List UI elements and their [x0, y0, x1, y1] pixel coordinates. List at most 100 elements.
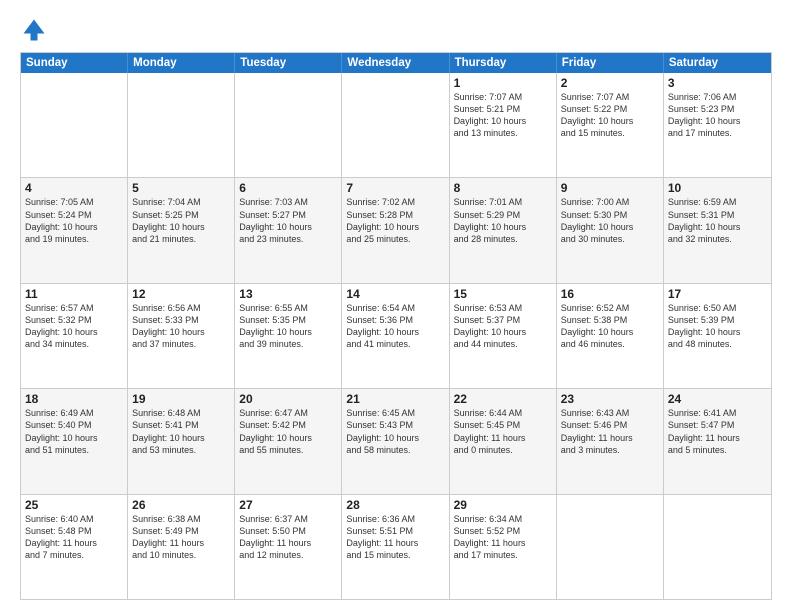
day-info: Sunrise: 6:34 AM Sunset: 5:52 PM Dayligh…	[454, 513, 552, 562]
day-cell-14: 14Sunrise: 6:54 AM Sunset: 5:36 PM Dayli…	[342, 284, 449, 388]
day-info: Sunrise: 7:01 AM Sunset: 5:29 PM Dayligh…	[454, 196, 552, 245]
day-info: Sunrise: 6:43 AM Sunset: 5:46 PM Dayligh…	[561, 407, 659, 456]
day-info: Sunrise: 7:00 AM Sunset: 5:30 PM Dayligh…	[561, 196, 659, 245]
day-number: 17	[668, 287, 767, 301]
day-cell-9: 9Sunrise: 7:00 AM Sunset: 5:30 PM Daylig…	[557, 178, 664, 282]
day-cell-29: 29Sunrise: 6:34 AM Sunset: 5:52 PM Dayli…	[450, 495, 557, 599]
day-cell-24: 24Sunrise: 6:41 AM Sunset: 5:47 PM Dayli…	[664, 389, 771, 493]
day-number: 28	[346, 498, 444, 512]
day-number: 6	[239, 181, 337, 195]
empty-cell-0-1	[128, 73, 235, 177]
day-cell-23: 23Sunrise: 6:43 AM Sunset: 5:46 PM Dayli…	[557, 389, 664, 493]
empty-cell-4-6	[664, 495, 771, 599]
day-number: 29	[454, 498, 552, 512]
header-day-wednesday: Wednesday	[342, 53, 449, 73]
day-cell-10: 10Sunrise: 6:59 AM Sunset: 5:31 PM Dayli…	[664, 178, 771, 282]
day-info: Sunrise: 7:07 AM Sunset: 5:21 PM Dayligh…	[454, 91, 552, 140]
day-cell-27: 27Sunrise: 6:37 AM Sunset: 5:50 PM Dayli…	[235, 495, 342, 599]
day-number: 11	[25, 287, 123, 301]
day-number: 5	[132, 181, 230, 195]
day-cell-22: 22Sunrise: 6:44 AM Sunset: 5:45 PM Dayli…	[450, 389, 557, 493]
day-cell-3: 3Sunrise: 7:06 AM Sunset: 5:23 PM Daylig…	[664, 73, 771, 177]
day-info: Sunrise: 7:07 AM Sunset: 5:22 PM Dayligh…	[561, 91, 659, 140]
day-cell-6: 6Sunrise: 7:03 AM Sunset: 5:27 PM Daylig…	[235, 178, 342, 282]
day-cell-7: 7Sunrise: 7:02 AM Sunset: 5:28 PM Daylig…	[342, 178, 449, 282]
header-day-monday: Monday	[128, 53, 235, 73]
day-info: Sunrise: 6:37 AM Sunset: 5:50 PM Dayligh…	[239, 513, 337, 562]
day-number: 18	[25, 392, 123, 406]
day-cell-28: 28Sunrise: 6:36 AM Sunset: 5:51 PM Dayli…	[342, 495, 449, 599]
header-day-sunday: Sunday	[21, 53, 128, 73]
calendar-header: SundayMondayTuesdayWednesdayThursdayFrid…	[21, 53, 771, 73]
day-info: Sunrise: 6:57 AM Sunset: 5:32 PM Dayligh…	[25, 302, 123, 351]
header-day-thursday: Thursday	[450, 53, 557, 73]
calendar-row-1: 4Sunrise: 7:05 AM Sunset: 5:24 PM Daylig…	[21, 177, 771, 282]
day-number: 7	[346, 181, 444, 195]
day-cell-20: 20Sunrise: 6:47 AM Sunset: 5:42 PM Dayli…	[235, 389, 342, 493]
day-number: 21	[346, 392, 444, 406]
logo-icon	[20, 16, 48, 44]
day-cell-4: 4Sunrise: 7:05 AM Sunset: 5:24 PM Daylig…	[21, 178, 128, 282]
calendar: SundayMondayTuesdayWednesdayThursdayFrid…	[20, 52, 772, 600]
day-info: Sunrise: 6:49 AM Sunset: 5:40 PM Dayligh…	[25, 407, 123, 456]
calendar-row-4: 25Sunrise: 6:40 AM Sunset: 5:48 PM Dayli…	[21, 494, 771, 599]
day-info: Sunrise: 6:52 AM Sunset: 5:38 PM Dayligh…	[561, 302, 659, 351]
day-info: Sunrise: 6:56 AM Sunset: 5:33 PM Dayligh…	[132, 302, 230, 351]
day-number: 25	[25, 498, 123, 512]
day-info: Sunrise: 7:06 AM Sunset: 5:23 PM Dayligh…	[668, 91, 767, 140]
day-number: 12	[132, 287, 230, 301]
day-info: Sunrise: 6:54 AM Sunset: 5:36 PM Dayligh…	[346, 302, 444, 351]
day-info: Sunrise: 6:38 AM Sunset: 5:49 PM Dayligh…	[132, 513, 230, 562]
day-number: 22	[454, 392, 552, 406]
empty-cell-0-3	[342, 73, 449, 177]
day-info: Sunrise: 6:48 AM Sunset: 5:41 PM Dayligh…	[132, 407, 230, 456]
day-info: Sunrise: 6:53 AM Sunset: 5:37 PM Dayligh…	[454, 302, 552, 351]
empty-cell-4-5	[557, 495, 664, 599]
day-info: Sunrise: 6:40 AM Sunset: 5:48 PM Dayligh…	[25, 513, 123, 562]
day-number: 20	[239, 392, 337, 406]
day-number: 15	[454, 287, 552, 301]
day-number: 4	[25, 181, 123, 195]
day-info: Sunrise: 6:59 AM Sunset: 5:31 PM Dayligh…	[668, 196, 767, 245]
day-cell-5: 5Sunrise: 7:04 AM Sunset: 5:25 PM Daylig…	[128, 178, 235, 282]
calendar-body: 1Sunrise: 7:07 AM Sunset: 5:21 PM Daylig…	[21, 73, 771, 599]
page: SundayMondayTuesdayWednesdayThursdayFrid…	[0, 0, 792, 612]
day-number: 23	[561, 392, 659, 406]
day-info: Sunrise: 6:45 AM Sunset: 5:43 PM Dayligh…	[346, 407, 444, 456]
day-cell-15: 15Sunrise: 6:53 AM Sunset: 5:37 PM Dayli…	[450, 284, 557, 388]
day-number: 13	[239, 287, 337, 301]
day-number: 3	[668, 76, 767, 90]
calendar-row-0: 1Sunrise: 7:07 AM Sunset: 5:21 PM Daylig…	[21, 73, 771, 177]
calendar-row-3: 18Sunrise: 6:49 AM Sunset: 5:40 PM Dayli…	[21, 388, 771, 493]
day-number: 14	[346, 287, 444, 301]
day-number: 8	[454, 181, 552, 195]
day-cell-1: 1Sunrise: 7:07 AM Sunset: 5:21 PM Daylig…	[450, 73, 557, 177]
day-cell-19: 19Sunrise: 6:48 AM Sunset: 5:41 PM Dayli…	[128, 389, 235, 493]
day-info: Sunrise: 6:50 AM Sunset: 5:39 PM Dayligh…	[668, 302, 767, 351]
calendar-row-2: 11Sunrise: 6:57 AM Sunset: 5:32 PM Dayli…	[21, 283, 771, 388]
day-info: Sunrise: 7:02 AM Sunset: 5:28 PM Dayligh…	[346, 196, 444, 245]
day-cell-21: 21Sunrise: 6:45 AM Sunset: 5:43 PM Dayli…	[342, 389, 449, 493]
header	[20, 16, 772, 44]
empty-cell-0-0	[21, 73, 128, 177]
day-cell-11: 11Sunrise: 6:57 AM Sunset: 5:32 PM Dayli…	[21, 284, 128, 388]
day-cell-2: 2Sunrise: 7:07 AM Sunset: 5:22 PM Daylig…	[557, 73, 664, 177]
day-info: Sunrise: 7:04 AM Sunset: 5:25 PM Dayligh…	[132, 196, 230, 245]
day-cell-18: 18Sunrise: 6:49 AM Sunset: 5:40 PM Dayli…	[21, 389, 128, 493]
day-info: Sunrise: 6:41 AM Sunset: 5:47 PM Dayligh…	[668, 407, 767, 456]
logo	[20, 16, 52, 44]
day-info: Sunrise: 6:55 AM Sunset: 5:35 PM Dayligh…	[239, 302, 337, 351]
day-number: 9	[561, 181, 659, 195]
day-info: Sunrise: 7:05 AM Sunset: 5:24 PM Dayligh…	[25, 196, 123, 245]
day-cell-12: 12Sunrise: 6:56 AM Sunset: 5:33 PM Dayli…	[128, 284, 235, 388]
day-number: 1	[454, 76, 552, 90]
day-cell-13: 13Sunrise: 6:55 AM Sunset: 5:35 PM Dayli…	[235, 284, 342, 388]
day-info: Sunrise: 7:03 AM Sunset: 5:27 PM Dayligh…	[239, 196, 337, 245]
empty-cell-0-2	[235, 73, 342, 177]
day-number: 19	[132, 392, 230, 406]
day-number: 26	[132, 498, 230, 512]
header-day-friday: Friday	[557, 53, 664, 73]
day-cell-25: 25Sunrise: 6:40 AM Sunset: 5:48 PM Dayli…	[21, 495, 128, 599]
day-number: 27	[239, 498, 337, 512]
day-info: Sunrise: 6:47 AM Sunset: 5:42 PM Dayligh…	[239, 407, 337, 456]
